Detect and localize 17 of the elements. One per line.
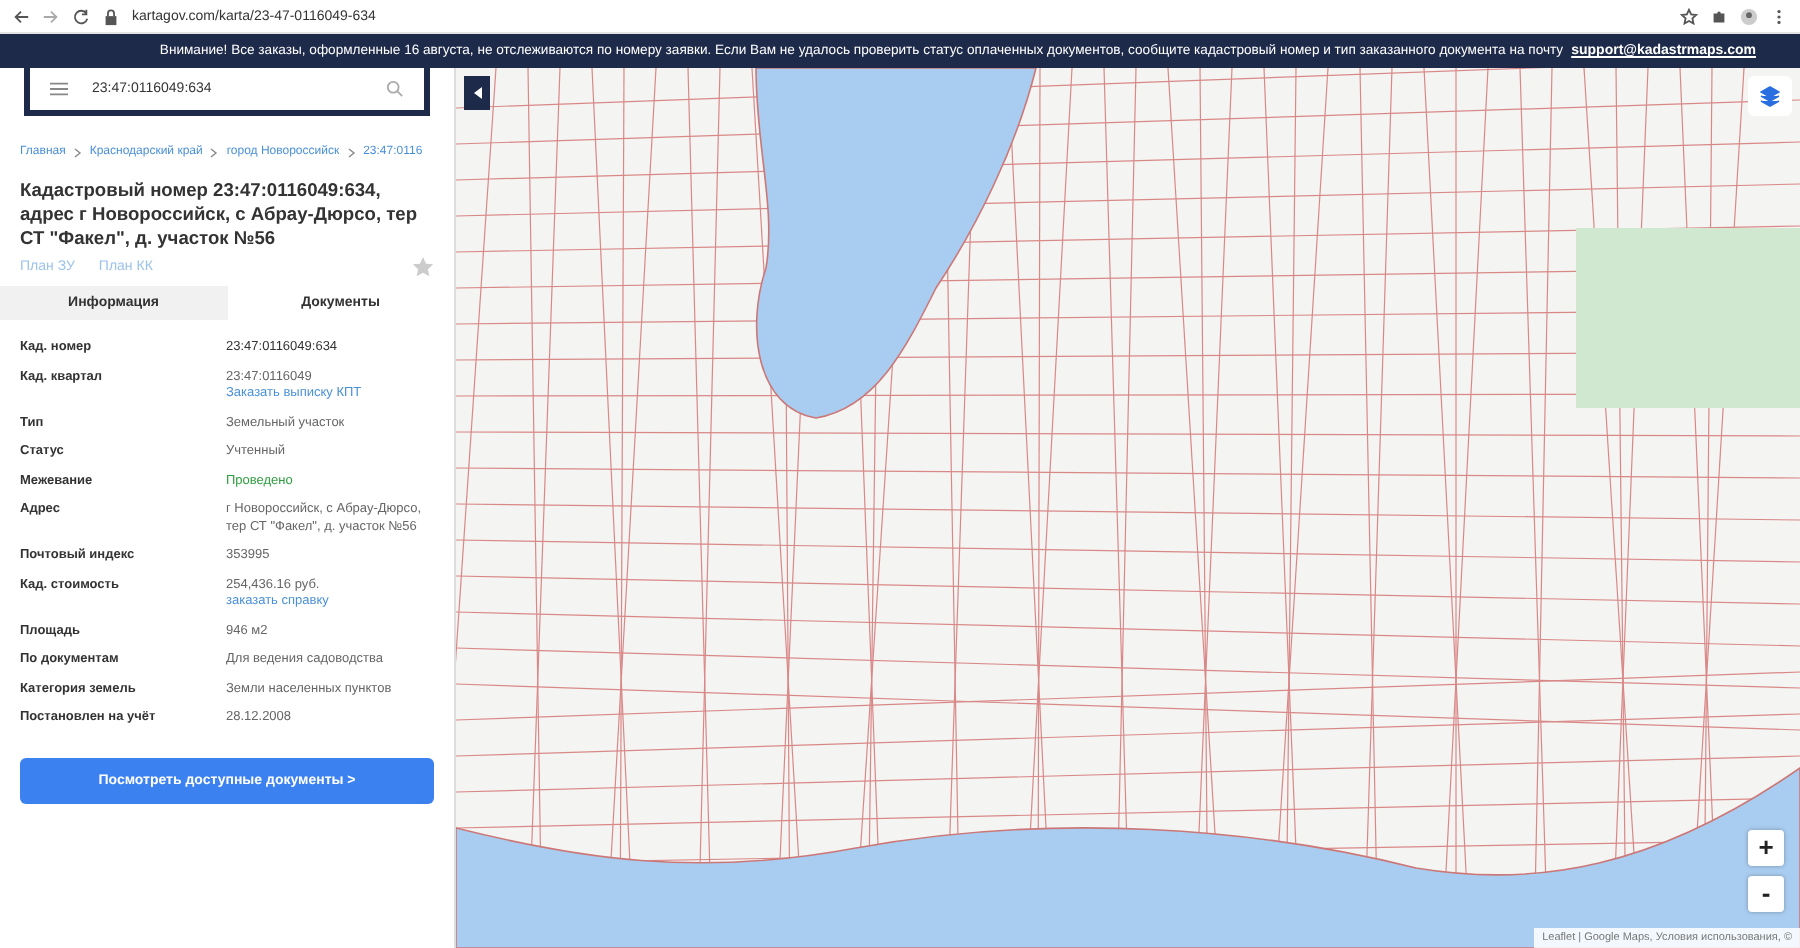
chevron-icon (210, 147, 219, 157)
layers-button[interactable] (1748, 76, 1792, 116)
reload-icon[interactable] (72, 7, 90, 25)
star-icon[interactable] (1680, 7, 1698, 25)
parcel-title: Кадастровый номер 23:47:0116049:634, адрес г Новороссийск, с Абрау-Дюрсо, тер СТ "Факел", д. участок №56 (20, 178, 420, 250)
back-arrow-icon[interactable] (12, 7, 30, 25)
chevron-icon (73, 147, 82, 157)
menu-icon[interactable] (50, 80, 68, 98)
favorite-star-icon[interactable] (412, 256, 434, 278)
profile-icon[interactable] (1740, 7, 1758, 25)
zoom-out-button[interactable]: - (1748, 876, 1784, 912)
lock-icon (102, 7, 120, 25)
layers-icon (1760, 85, 1780, 107)
collapse-panel-button[interactable] (464, 76, 490, 110)
zoom-in-button[interactable]: + (1748, 830, 1784, 866)
chevron-icon (347, 147, 356, 157)
left-triangle-icon (471, 86, 483, 100)
